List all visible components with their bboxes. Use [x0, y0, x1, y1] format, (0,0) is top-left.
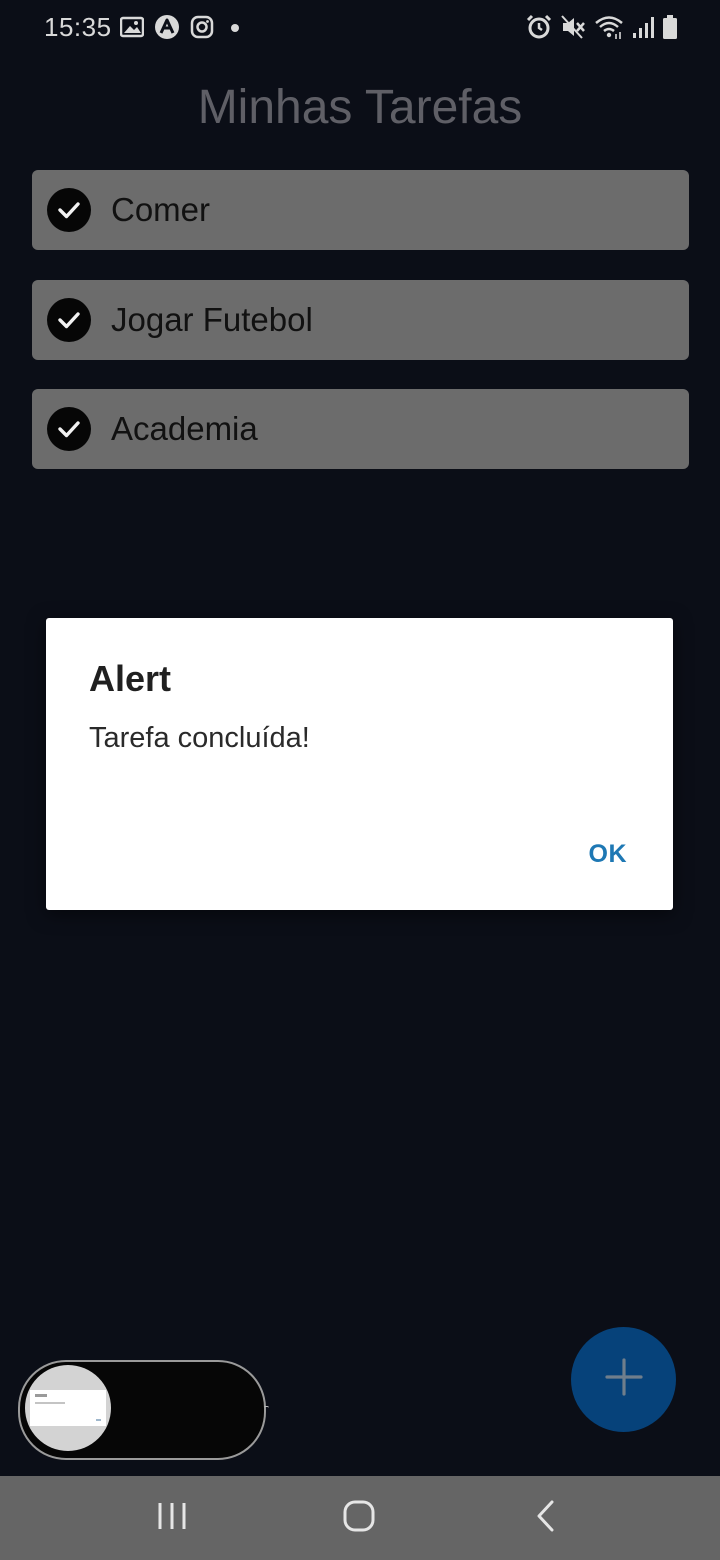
alert-message: Tarefa concluída!: [89, 722, 310, 754]
page-title: Minhas Tarefas: [197, 81, 523, 134]
task-label: Jogar Futebol: [111, 301, 313, 338]
preview-mini-dialog: [30, 1390, 106, 1426]
plus-icon: [604, 1357, 644, 1402]
home-button[interactable]: [314, 1476, 404, 1560]
task-label: Academia: [111, 410, 258, 447]
battery-icon: [662, 14, 678, 40]
task-label: Comer: [111, 191, 211, 228]
alarm-icon: [526, 14, 552, 40]
preview-thumbnail[interactable]: [25, 1365, 111, 1451]
task-item[interactable]: Comer: [32, 170, 689, 250]
app-a-icon: [154, 14, 180, 40]
bubble-handle: [264, 1406, 269, 1410]
status-notification-icons: [120, 14, 242, 40]
dot-icon: [224, 15, 242, 39]
ok-button[interactable]: OK: [589, 840, 628, 869]
mute-icon: [560, 14, 586, 40]
status-bar: 15:35: [0, 0, 720, 56]
floating-preview-bubble[interactable]: [18, 1360, 266, 1460]
task-item[interactable]: Academia: [32, 389, 689, 469]
wifi-icon: [594, 14, 624, 40]
recent-apps-button[interactable]: [127, 1476, 217, 1560]
home-icon: [342, 1499, 376, 1538]
check-icon[interactable]: [47, 298, 91, 342]
alert-dialog: Alert Tarefa concluída! OK: [46, 618, 673, 910]
alert-title: Alert: [89, 658, 172, 699]
navigation-bar: [0, 1476, 720, 1560]
check-icon[interactable]: [47, 188, 91, 232]
check-icon[interactable]: [47, 407, 91, 451]
task-item[interactable]: Jogar Futebol: [32, 280, 689, 360]
back-icon: [534, 1499, 558, 1538]
recent-apps-icon: [156, 1500, 188, 1537]
back-button[interactable]: [501, 1476, 591, 1560]
status-time: 15:35: [44, 12, 112, 42]
add-task-button[interactable]: [571, 1327, 676, 1432]
gallery-icon: [120, 16, 144, 38]
instagram-icon: [190, 15, 214, 39]
task-list: Comer Jogar Futebol Academia: [32, 170, 689, 499]
status-system-icons: [526, 14, 678, 40]
signal-icon: [632, 15, 654, 39]
